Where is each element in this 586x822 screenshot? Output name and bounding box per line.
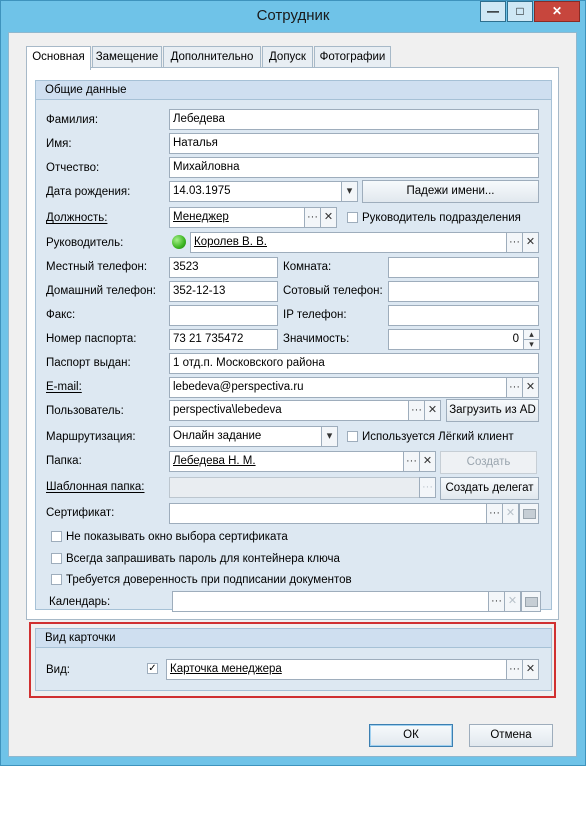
certificate-view-icon: [519, 503, 539, 524]
no-cert-window-label: Не показывать окно выбора сертификата: [66, 531, 288, 543]
last-name-label: Фамилия:: [46, 114, 99, 126]
clear-icon[interactable]: ✕: [320, 207, 337, 228]
general-data-header: Общие данные: [36, 81, 551, 100]
load-from-ad-button[interactable]: Загрузить из AD: [446, 399, 539, 422]
ellipsis-icon[interactable]: ···: [486, 503, 503, 524]
ellipsis-icon: ···: [419, 477, 436, 498]
maximize-button[interactable]: □: [507, 1, 533, 22]
tab-access[interactable]: Допуск: [262, 46, 313, 68]
calendar-label: Календарь:: [49, 596, 111, 608]
clear-icon[interactable]: ✕: [522, 377, 539, 398]
ellipsis-icon[interactable]: ···: [403, 451, 420, 472]
need-trust-label: Требуется доверенность при подписании до…: [66, 574, 352, 586]
tab-photos[interactable]: Фотографии: [314, 46, 391, 68]
status-online-icon: [172, 235, 186, 249]
highlight-frame: [29, 622, 556, 698]
template-folder-label[interactable]: Шаблонная папка:: [46, 478, 145, 496]
ip-phone-field[interactable]: [388, 305, 539, 326]
home-phone-field[interactable]: 352-12-13: [169, 281, 278, 302]
manager-value: Королев В. В.: [194, 236, 267, 248]
create-folder-button[interactable]: Создать: [440, 451, 537, 474]
department-head-label: Руководитель подразделения: [362, 212, 521, 224]
always-ask-password-label: Всегда запрашивать пароль для контейнера…: [66, 553, 340, 565]
ellipsis-icon[interactable]: ···: [506, 377, 523, 398]
calendar-view-icon: [521, 591, 541, 612]
need-trust-checkbox[interactable]: [51, 574, 62, 585]
passport-field[interactable]: 73 21 735472: [169, 329, 278, 350]
clear-icon[interactable]: ✕: [424, 400, 441, 421]
user-field[interactable]: perspectiva\lebedeva: [169, 400, 409, 421]
routing-select[interactable]: Онлайн задание: [169, 426, 322, 447]
calendar-field[interactable]: [172, 591, 489, 612]
routing-label: Маршрутизация:: [46, 431, 136, 443]
first-name-field[interactable]: Наталья: [169, 133, 539, 154]
position-value: Менеджер: [173, 211, 229, 223]
tab-main[interactable]: Основная: [26, 46, 91, 70]
certificate-field[interactable]: [169, 503, 487, 524]
importance-label: Значимость:: [283, 333, 350, 345]
cancel-button[interactable]: Отмена: [469, 724, 553, 747]
ellipsis-icon[interactable]: ···: [408, 400, 425, 421]
tab-additional[interactable]: Дополнительно: [163, 46, 261, 68]
position-field[interactable]: Менеджер: [169, 207, 305, 228]
mobile-phone-field[interactable]: [388, 281, 539, 302]
clear-icon: ✕: [504, 591, 521, 612]
clear-icon[interactable]: ✕: [522, 232, 539, 253]
minimize-button[interactable]: —: [480, 1, 506, 22]
light-client-checkbox[interactable]: [347, 431, 358, 442]
always-ask-password-checkbox[interactable]: [51, 553, 62, 564]
folder-value: Лебедева Н. М.: [173, 455, 256, 467]
user-label: Пользователь:: [46, 405, 124, 417]
department-head-checkbox[interactable]: [347, 212, 358, 223]
clear-icon[interactable]: ✕: [419, 451, 436, 472]
fax-field[interactable]: [169, 305, 278, 326]
ok-button[interactable]: ОК: [369, 724, 453, 747]
ellipsis-icon[interactable]: ···: [488, 591, 505, 612]
mobile-phone-label: Сотовый телефон:: [283, 285, 383, 297]
passport-issued-field[interactable]: 1 отд.п. Московского района: [169, 353, 539, 374]
position-label[interactable]: Должность:: [46, 209, 107, 227]
ellipsis-icon[interactable]: ···: [304, 207, 321, 228]
room-field[interactable]: [388, 257, 539, 278]
folder-field[interactable]: Лебедева Н. М.: [169, 451, 404, 472]
certificate-label: Сертификат:: [46, 507, 115, 519]
ellipsis-icon[interactable]: ···: [506, 232, 523, 253]
home-phone-label: Домашний телефон:: [46, 285, 156, 297]
room-label: Комната:: [283, 261, 332, 273]
patronymic-label: Отчество:: [46, 162, 100, 174]
ip-phone-label: IP телефон:: [283, 309, 347, 321]
first-name-label: Имя:: [46, 138, 72, 150]
email-label[interactable]: E-mail:: [46, 378, 82, 396]
manager-label: Руководитель:: [46, 237, 124, 249]
tab-substitution[interactable]: Замещение: [92, 46, 162, 68]
patronymic-field[interactable]: Михайловна: [169, 157, 539, 178]
chevron-down-icon[interactable]: ▾: [321, 426, 338, 447]
chevron-down-icon[interactable]: ▾: [341, 181, 358, 202]
create-delegate-button[interactable]: Создать делегат: [440, 477, 539, 500]
fax-label: Факс:: [46, 309, 76, 321]
local-phone-field[interactable]: 3523: [169, 257, 278, 278]
spin-down-icon[interactable]: ▾: [523, 339, 540, 350]
close-button[interactable]: ✕: [534, 1, 580, 22]
name-cases-button[interactable]: Падежи имени...: [362, 180, 539, 203]
manager-field[interactable]: Королев В. В.: [190, 232, 507, 253]
birth-date-label: Дата рождения:: [46, 186, 131, 198]
last-name-field[interactable]: Лебедева: [169, 109, 539, 130]
folder-label: Папка:: [46, 455, 82, 467]
email-field[interactable]: lebedeva@perspectiva.ru: [169, 377, 507, 398]
passport-issued-label: Паспорт выдан:: [46, 357, 131, 369]
clear-icon: ✕: [502, 503, 519, 524]
importance-field[interactable]: 0: [388, 329, 524, 350]
no-cert-window-checkbox[interactable]: [51, 531, 62, 542]
passport-label: Номер паспорта:: [46, 333, 137, 345]
local-phone-label: Местный телефон:: [46, 261, 148, 273]
birth-date-field[interactable]: 14.03.1975: [169, 181, 342, 202]
template-folder-field: [169, 477, 420, 498]
light-client-label: Используется Лёгкий клиент: [362, 431, 514, 443]
